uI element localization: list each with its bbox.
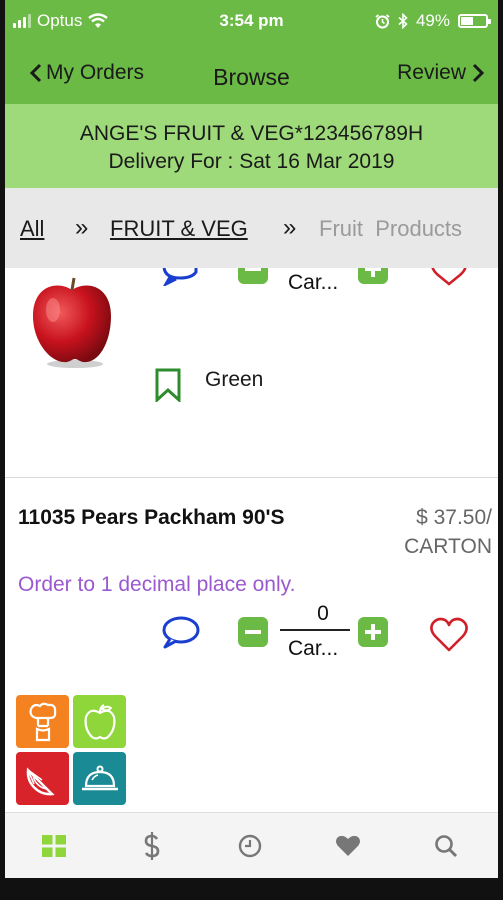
product-image-apple — [33, 277, 111, 368]
clock-icon — [238, 834, 262, 858]
customer-name: ANGE'S FRUIT & VEG*123456789H — [79, 122, 424, 145]
breadcrumb: All » FRUIT & VEG » Fruit Products — [5, 188, 498, 268]
increase-qty-button[interactable] — [358, 617, 388, 647]
comment-icon[interactable] — [162, 268, 200, 286]
heart-icon — [336, 835, 360, 856]
chef-icon — [28, 702, 56, 741]
unit-label: Car... — [288, 637, 339, 660]
customer-banner: ANGE'S FRUIT & VEG*123456789H Delivery F… — [5, 104, 498, 188]
citrus-slice-icon — [26, 766, 55, 795]
grid-icon — [42, 835, 66, 857]
product-price: $ 37.50/ CARTON — [404, 506, 492, 558]
apple-icon — [84, 703, 115, 740]
heart-icon[interactable] — [429, 617, 469, 653]
tab-history[interactable] — [201, 813, 299, 879]
breadcrumb-fruit-veg-link[interactable]: FRUIT & VEG — [110, 216, 248, 242]
tab-bar — [5, 812, 498, 878]
review-label: Review — [397, 61, 466, 84]
chevron-right-icon — [472, 63, 484, 83]
tab-browse[interactable] — [5, 813, 103, 879]
heart-icon[interactable] — [430, 268, 468, 286]
comment-icon[interactable] — [160, 615, 200, 651]
category-tiles — [16, 695, 128, 807]
battery-icon — [458, 14, 491, 28]
product-card: 11035 Pears Packham 90'S $ 37.50/ CARTON… — [5, 479, 498, 812]
battery-percent: 49% — [415, 11, 450, 30]
search-icon — [435, 835, 458, 858]
battery-fill — [461, 17, 473, 25]
breadcrumb-separator: » — [75, 214, 89, 241]
decrease-qty-button[interactable] — [238, 268, 268, 284]
product-list: Car... Green 11035 Pears Packham 90'S $ … — [5, 268, 498, 812]
list-label: Green — [205, 368, 264, 391]
tab-pricing[interactable] — [103, 813, 201, 879]
nav-bar: My Orders Browse Review — [5, 44, 498, 104]
phone-screen: Optus 3:54 pm 49% My Orders Browse Revie… — [5, 0, 498, 900]
delivery-date: Delivery For : Sat 16 Mar 2019 — [108, 150, 395, 173]
tab-favourites[interactable] — [299, 813, 397, 879]
breadcrumb-current: Fruit Products — [319, 216, 463, 241]
quantity-value[interactable]: 0 — [298, 602, 348, 626]
breadcrumb-separator: » — [283, 214, 297, 241]
orange-slice-tile[interactable] — [16, 752, 69, 805]
quantity-underline — [280, 629, 350, 631]
product-name: 11035 Pears Packham 90'S — [18, 506, 285, 529]
alarm-icon — [375, 13, 390, 28]
status-right: 49% — [375, 11, 491, 31]
product-card: Car... Green — [5, 268, 498, 478]
decrease-qty-button[interactable] — [238, 617, 268, 647]
dollar-icon — [144, 832, 160, 860]
chef-tile[interactable] — [16, 695, 69, 748]
apple-tile[interactable] — [73, 695, 126, 748]
home-indicator-area — [5, 878, 498, 900]
unit-label: Car... — [288, 271, 339, 294]
breadcrumb-all-link[interactable]: All — [20, 216, 44, 242]
bluetooth-icon — [398, 13, 408, 29]
product-note: Order to 1 decimal place only. — [18, 573, 296, 596]
bookmark-icon[interactable] — [155, 368, 181, 402]
cloche-tile[interactable] — [73, 752, 126, 805]
review-button[interactable]: Review — [397, 61, 484, 85]
cloche-icon — [81, 765, 118, 790]
tab-search[interactable] — [397, 813, 495, 879]
increase-qty-button[interactable] — [358, 268, 388, 284]
status-bar: Optus 3:54 pm 49% — [5, 0, 498, 44]
